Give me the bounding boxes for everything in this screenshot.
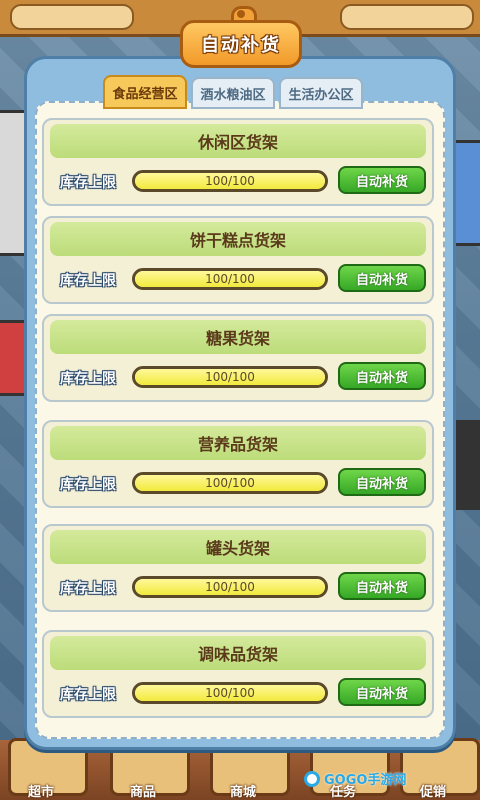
menu-label: 促销 bbox=[420, 785, 447, 800]
shelf-name: 调味品货架 bbox=[50, 636, 426, 670]
shelf-card: 糖果货架库存上限 100/100 自动补货 bbox=[42, 314, 434, 402]
auto-restock-button[interactable]: 自动补货 bbox=[338, 166, 426, 194]
shelf-name: 罐头货架 bbox=[50, 530, 426, 564]
stock-count: 100/100 bbox=[205, 272, 255, 286]
stock-progress-bar: 100/100 bbox=[132, 268, 328, 290]
dialog-title-tag: 自动补货 bbox=[180, 6, 302, 72]
resource-pill bbox=[340, 4, 474, 30]
resource-pill bbox=[10, 4, 134, 30]
tab-food[interactable]: 食品经营区 bbox=[103, 75, 187, 109]
stock-limit-label: 库存上限 bbox=[60, 273, 116, 289]
auto-restock-button[interactable]: 自动补货 bbox=[338, 362, 426, 390]
tag-hole bbox=[237, 10, 245, 18]
shelf-name: 糖果货架 bbox=[50, 320, 426, 354]
shelf-card: 饼干糕点货架库存上限 100/100 自动补货 bbox=[42, 216, 434, 304]
menu-label: 商品 bbox=[130, 785, 157, 800]
shelf-name: 饼干糕点货架 bbox=[50, 222, 426, 256]
watermark-text: GOGO手游网 bbox=[324, 773, 407, 788]
shelf-card: 休闲区货架库存上限 100/100 自动补货 bbox=[42, 118, 434, 206]
stock-progress-bar: 100/100 bbox=[132, 170, 328, 192]
shelf-card: 营养品货架库存上限 100/100 自动补货 bbox=[42, 420, 434, 508]
stock-limit-label: 库存上限 bbox=[60, 477, 116, 493]
auto-restock-button[interactable]: 自动补货 bbox=[338, 468, 426, 496]
stock-progress-bar: 100/100 bbox=[132, 576, 328, 598]
stock-count: 100/100 bbox=[205, 580, 255, 594]
stock-limit-label: 库存上限 bbox=[60, 581, 116, 597]
tab-drinks-grain-oil[interactable]: 酒水粮油区 bbox=[191, 77, 275, 109]
auto-restock-button[interactable]: 自动补货 bbox=[338, 572, 426, 600]
shelf-decoration bbox=[454, 420, 480, 510]
watermark: GOGO手游网 bbox=[304, 769, 406, 788]
menu-label: 商城 bbox=[230, 785, 257, 800]
stock-count: 100/100 bbox=[205, 174, 255, 188]
auto-restock-button[interactable]: 自动补货 bbox=[338, 678, 426, 706]
stock-count: 100/100 bbox=[205, 476, 255, 490]
stock-limit-label: 库存上限 bbox=[60, 371, 116, 387]
menu-label: 超市 bbox=[28, 785, 55, 800]
stock-progress-bar: 100/100 bbox=[132, 682, 328, 704]
stock-limit-label: 库存上限 bbox=[60, 175, 116, 191]
stock-count: 100/100 bbox=[205, 370, 255, 384]
stock-limit-label: 库存上限 bbox=[60, 687, 116, 703]
stock-progress-bar: 100/100 bbox=[132, 366, 328, 388]
watermark-logo-icon bbox=[304, 770, 320, 787]
auto-restock-button[interactable]: 自动补货 bbox=[338, 264, 426, 292]
shelf-name: 营养品货架 bbox=[50, 426, 426, 460]
dialog-title: 自动补货 bbox=[180, 20, 302, 68]
category-tabs: 食品经营区 酒水粮油区 生活办公区 bbox=[103, 75, 363, 109]
shelf-card: 调味品货架库存上限 100/100 自动补货 bbox=[42, 630, 434, 718]
tab-daily-office[interactable]: 生活办公区 bbox=[279, 77, 363, 109]
shelf-name: 休闲区货架 bbox=[50, 124, 426, 158]
shelf-card: 罐头货架库存上限 100/100 自动补货 bbox=[42, 524, 434, 612]
stock-count: 100/100 bbox=[205, 686, 255, 700]
stock-progress-bar: 100/100 bbox=[132, 472, 328, 494]
